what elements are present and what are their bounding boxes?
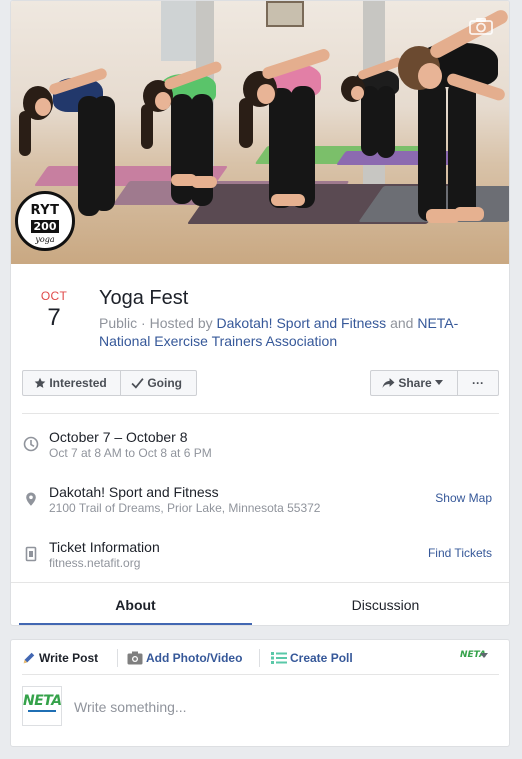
divider	[22, 413, 499, 414]
find-tickets-link[interactable]: Find Tickets	[428, 545, 492, 561]
poll-list-icon	[271, 651, 287, 664]
more-label: ···	[472, 376, 484, 390]
and-text: and	[390, 315, 414, 331]
ticket-info-title: Ticket Information	[49, 539, 160, 555]
chevron-down-icon	[435, 379, 444, 385]
going-button[interactable]: Going	[120, 370, 197, 396]
add-photo-label: Add Photo/Video	[146, 651, 243, 665]
chevron-down-icon[interactable]	[480, 653, 488, 658]
camera-icon[interactable]	[469, 17, 493, 35]
event-card: RYT 200 yoga OCT 7 Yoga Fest Public · Ho…	[10, 0, 510, 626]
ticket-icon	[25, 546, 37, 562]
write-post-tab[interactable]: Write Post	[22, 648, 98, 668]
yoga-mat	[336, 151, 466, 165]
show-map-link[interactable]: Show Map	[435, 490, 492, 506]
share-label: Share	[398, 376, 432, 390]
venue-address: 2100 Trail of Dreams, Prior Lake, Minnes…	[49, 501, 321, 515]
add-photo-video-tab[interactable]: Add Photo/Video	[127, 648, 242, 668]
write-post-label: Write Post	[39, 651, 99, 665]
cover-wall-frame	[266, 1, 304, 27]
tab-discussion[interactable]: Discussion	[269, 584, 502, 625]
check-icon	[131, 377, 144, 389]
divider	[22, 674, 499, 675]
separator	[259, 649, 260, 667]
badge-subtext: yoga	[35, 235, 55, 244]
create-poll-tab[interactable]: Create Poll	[271, 648, 353, 668]
interested-label: Interested	[49, 376, 107, 390]
tab-about[interactable]: About	[19, 584, 252, 625]
event-cover-photo[interactable]: RYT 200 yoga	[11, 1, 509, 264]
divider	[11, 582, 509, 583]
ryt-200-badge: RYT 200 yoga	[15, 191, 75, 251]
event-date: OCT 7	[31, 289, 77, 333]
event-month: OCT	[40, 289, 68, 303]
write-something-input[interactable]	[74, 698, 454, 716]
share-arrow-icon	[382, 377, 395, 388]
share-button[interactable]: Share	[370, 370, 458, 396]
event-day: 7	[47, 304, 61, 331]
event-privacy: Public	[99, 315, 138, 331]
cover-window	[161, 1, 201, 61]
badge-text: RYT	[30, 203, 60, 218]
post-composer: Write Post Add Photo/Video Create Poll N…	[10, 639, 510, 747]
neta-logo-underline	[28, 710, 56, 712]
host-link-dakotah[interactable]: Dakotah! Sport and Fitness	[217, 315, 387, 331]
event-time-detail: Oct 7 at 8 AM to Oct 8 at 6 PM	[49, 446, 212, 460]
pin-icon	[26, 492, 36, 506]
venue-name[interactable]: Dakotah! Sport and Fitness	[49, 483, 219, 501]
create-poll-label: Create Poll	[290, 651, 353, 665]
event-title: Yoga Fest	[99, 287, 189, 309]
separator	[117, 649, 118, 667]
badge-number: 200	[30, 220, 60, 233]
interested-button[interactable]: Interested	[22, 370, 121, 396]
ticket-url[interactable]: fitness.netafit.org	[49, 555, 140, 571]
more-options-button[interactable]: ···	[457, 370, 499, 396]
camera-icon	[127, 651, 143, 665]
clock-icon	[23, 436, 39, 452]
neta-logo-text: NETA	[23, 693, 62, 709]
star-icon	[34, 377, 46, 388]
pencil-icon	[23, 652, 35, 664]
event-host-line: Public · Hosted by Dakotah! Sport and Fi…	[99, 315, 459, 349]
hosted-by-label: Hosted by	[149, 315, 213, 331]
event-date-range: October 7 – October 8	[49, 429, 188, 445]
avatar[interactable]: NETA	[22, 686, 62, 726]
going-label: Going	[147, 376, 183, 390]
